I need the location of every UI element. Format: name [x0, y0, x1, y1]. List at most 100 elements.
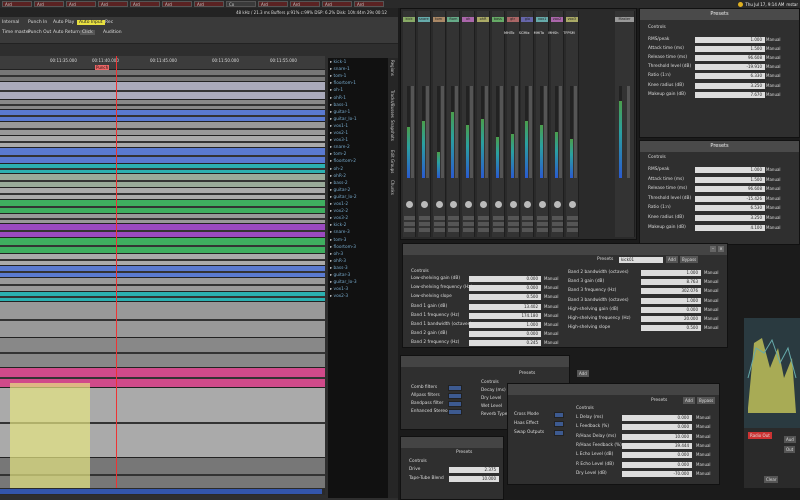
param-slider[interactable]: 6.330 — [695, 73, 765, 80]
preset-select[interactable]: kick01 — [619, 257, 663, 263]
fader[interactable] — [470, 86, 474, 178]
auto-return-button[interactable]: Auto Return — [53, 30, 80, 35]
master-name[interactable]: Master — [615, 17, 634, 22]
fader[interactable] — [573, 86, 577, 178]
param-slider[interactable]: 39.444 — [622, 442, 692, 449]
pan-knob[interactable] — [494, 201, 502, 208]
taskbar-task[interactable]: Ard — [258, 1, 288, 7]
sidebar-tab-4[interactable]: Chunks — [390, 180, 395, 195]
close-icon[interactable]: × — [718, 246, 724, 252]
mute-button[interactable] — [418, 216, 430, 220]
solo-button[interactable] — [418, 222, 430, 226]
region-list-item[interactable]: kick-2 — [330, 223, 347, 228]
auto-play-button[interactable]: Auto Play — [53, 20, 74, 25]
param-slider[interactable]: 1.500 — [695, 176, 765, 183]
strip-name[interactable]: vox3 — [565, 17, 578, 22]
region-list-item[interactable]: kick-1 — [330, 60, 347, 65]
automation-mode[interactable]: Manual — [766, 46, 781, 51]
automation-mode[interactable]: Manual — [766, 225, 781, 230]
region-list-item[interactable]: vox3-1 — [330, 138, 349, 143]
param-slider[interactable]: 0.500 — [469, 294, 541, 301]
pan-knob[interactable] — [420, 201, 428, 208]
sidebar-tab-1[interactable]: Tracks/Busses — [390, 90, 395, 118]
taskbar-task[interactable]: Ard — [322, 1, 352, 7]
taskbar-task[interactable]: Ard — [34, 1, 64, 7]
param-slider[interactable]: 0.000 — [622, 461, 692, 468]
rec-button[interactable] — [537, 228, 549, 232]
param-slider[interactable]: 0.000 — [622, 452, 692, 459]
solo-button[interactable] — [552, 222, 563, 226]
automation-mode[interactable]: Manual — [766, 83, 781, 88]
punch-out-button[interactable]: Punch Out — [28, 30, 51, 35]
taskbar-task[interactable]: Ard — [2, 1, 32, 7]
automation-mode[interactable]: Manual — [696, 434, 711, 439]
region-list-item[interactable]: vox2-1 — [330, 131, 349, 136]
param-slider[interactable]: 174.180 — [469, 312, 541, 319]
rec-button[interactable] — [492, 228, 504, 232]
automation-mode[interactable]: Manual — [766, 64, 781, 69]
region-list-item[interactable]: floortom-3 — [330, 245, 357, 250]
mute-button[interactable] — [566, 216, 578, 220]
automation-mode[interactable]: Manual — [704, 279, 719, 284]
pan-knob[interactable] — [539, 201, 547, 208]
region-list-item[interactable]: guitar-1 — [330, 110, 351, 115]
automation-mode[interactable]: Manual — [696, 415, 711, 420]
solo-button[interactable] — [463, 222, 475, 226]
fader[interactable] — [499, 86, 503, 178]
automation-mode[interactable]: Manual — [544, 313, 559, 318]
param-slider[interactable]: 0.000 — [469, 285, 541, 292]
strip-name[interactable]: tom — [432, 17, 445, 22]
automation-mode[interactable]: Manual — [766, 55, 781, 60]
automation-mode[interactable]: Manual — [544, 276, 559, 281]
solo-button[interactable] — [566, 222, 578, 226]
region-list-item[interactable]: vox2-2 — [330, 209, 349, 214]
scrollbar-thumb[interactable] — [0, 489, 322, 494]
sidebar-tab-0[interactable]: Regions — [390, 60, 395, 76]
region-list-item[interactable]: guitar-2 — [330, 188, 351, 193]
automation-mode[interactable]: Manual — [766, 196, 781, 201]
filter-toggle[interactable] — [448, 385, 462, 391]
automation-mode[interactable]: Manual — [704, 298, 719, 303]
param-slider[interactable]: 302.076 — [641, 288, 701, 295]
automation-mode[interactable]: Manual — [544, 304, 559, 309]
strip-name[interactable]: snare — [417, 17, 430, 22]
output-button[interactable]: Out — [784, 446, 796, 453]
track-lane[interactable] — [0, 70, 325, 82]
plugin-slot[interactable]: SCMix — [519, 31, 530, 35]
mute-button[interactable] — [507, 216, 519, 220]
param-slider[interactable]: 10.000 — [622, 433, 692, 440]
param-slider[interactable]: 7.670 — [695, 91, 765, 98]
automation-mode[interactable]: Manual — [766, 186, 781, 191]
region-list-item[interactable]: floortom-1 — [330, 81, 357, 86]
solo-button[interactable] — [522, 222, 534, 226]
mute-button[interactable] — [404, 216, 415, 220]
automation-mode[interactable]: Manual — [696, 452, 711, 457]
selection-range[interactable] — [10, 383, 90, 488]
automation-mode[interactable]: Manual — [766, 177, 781, 182]
solo-button[interactable] — [507, 222, 519, 226]
param-slider[interactable]: 10.000 — [449, 476, 499, 482]
pan-knob[interactable] — [480, 201, 487, 208]
region-list-item[interactable]: snare-1 — [330, 67, 350, 72]
automation-mode[interactable]: Manual — [704, 325, 719, 330]
fader[interactable] — [425, 86, 429, 178]
master-fader[interactable] — [627, 86, 630, 178]
pan-knob[interactable] — [450, 201, 458, 208]
mute-button[interactable] — [448, 216, 460, 220]
punch-in-button[interactable]: Punch In — [28, 20, 47, 25]
bypass-button[interactable]: Bypass — [680, 256, 699, 263]
plugin-slot[interactable]: MHITo — [534, 31, 544, 35]
region-list-item[interactable]: vox2-3 — [330, 294, 349, 299]
automation-mode[interactable]: Manual — [544, 322, 559, 327]
param-slider[interactable]: 0.000 — [641, 306, 701, 313]
time-master[interactable]: Time master — [2, 30, 30, 35]
automation-mode[interactable]: Manual — [704, 288, 719, 293]
region-list-item[interactable]: bass-1 — [330, 103, 348, 108]
region-list-item[interactable]: tom-2 — [330, 152, 347, 157]
param-slider[interactable]: 1.000 — [469, 322, 541, 328]
fader[interactable] — [411, 86, 414, 178]
track-lane[interactable] — [0, 302, 325, 338]
region-list-item[interactable]: snare-3 — [330, 230, 350, 235]
track-lane[interactable] — [0, 278, 325, 292]
taskbar-task[interactable]: Ard — [354, 1, 384, 7]
